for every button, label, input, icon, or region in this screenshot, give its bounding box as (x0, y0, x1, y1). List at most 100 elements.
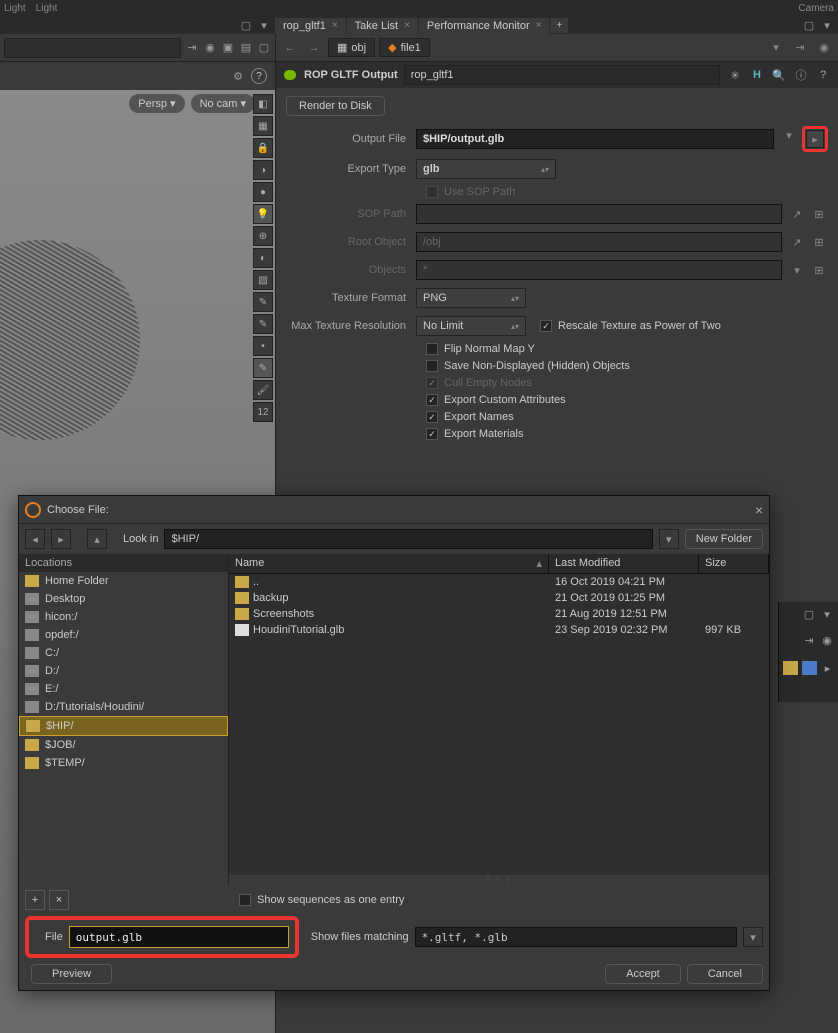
settings-icon[interactable]: ⚙ (231, 69, 245, 83)
pane-menu-icon[interactable]: ▾ (820, 607, 834, 621)
persp-badge[interactable]: Persp▾ (129, 94, 184, 113)
location-item[interactable]: C:/ (19, 644, 228, 662)
pane-max-icon[interactable]: ▢ (802, 19, 816, 33)
location-item[interactable]: D:/Tutorials/Houdini/ (19, 698, 228, 716)
materials-checkbox[interactable] (426, 428, 438, 440)
jump-icon[interactable]: ↗ (788, 233, 806, 251)
tab-performance-monitor[interactable]: Performance Monitor× (419, 18, 550, 34)
new-folder-button[interactable]: New Folder (685, 529, 763, 549)
file-row[interactable]: backup21 Oct 2019 01:25 PM (229, 590, 769, 606)
filter-menu-icon[interactable]: ▾ (743, 927, 763, 947)
file-input[interactable] (69, 926, 289, 948)
note-icon[interactable] (783, 661, 798, 675)
breadcrumb-obj[interactable]: ▦obj (328, 38, 375, 57)
vp-tool-8[interactable]: ◐ (253, 248, 273, 268)
close-icon[interactable]: × (536, 20, 542, 31)
help-icon[interactable]: ? (814, 66, 832, 84)
link-icon[interactable]: ◉ (820, 633, 834, 647)
hidden-checkbox[interactable] (426, 360, 438, 372)
tab-add[interactable]: + (550, 18, 568, 33)
nav-up-icon[interactable]: ▴ (87, 529, 107, 549)
play-icon[interactable]: ▸ (821, 661, 834, 675)
pane-menu-icon[interactable]: ▾ (820, 19, 834, 33)
col-name[interactable]: Name ▴ (229, 554, 549, 573)
file-list-header[interactable]: Name ▴ Last Modified Size (229, 554, 769, 574)
pane-max-icon[interactable]: ▢ (802, 607, 816, 621)
preview-button[interactable]: Preview (31, 964, 112, 984)
vp-tool-12n[interactable]: 12 (253, 402, 273, 422)
nav-back-icon[interactable]: ← (280, 38, 300, 58)
link-icon[interactable]: ◉ (814, 38, 834, 58)
vp-tool-brush[interactable]: 🖌 (253, 380, 273, 400)
export-type-select[interactable]: glb▴▾ (416, 159, 556, 179)
info-icon[interactable]: ⓘ (792, 66, 810, 84)
help-icon[interactable]: ? (251, 68, 267, 84)
output-file-input[interactable] (416, 129, 774, 149)
max-tex-select[interactable]: No Limit▴▾ (416, 316, 526, 336)
vp-tool-11[interactable]: ✎ (253, 314, 273, 334)
location-item[interactable]: E:/ (19, 680, 228, 698)
accept-button[interactable]: Accept (605, 964, 681, 984)
location-item[interactable]: D:/ (19, 662, 228, 680)
location-item[interactable]: $TEMP/ (19, 754, 228, 772)
gear-icon[interactable]: ✳ (726, 66, 744, 84)
screen-icon[interactable] (802, 661, 817, 675)
location-item[interactable]: opdef:/ (19, 626, 228, 644)
lookin-input[interactable] (164, 529, 652, 549)
nav-fwd-icon[interactable]: → (304, 38, 324, 58)
vp-tool-light[interactable]: 💡 (253, 204, 273, 224)
cancel-button[interactable]: Cancel (687, 964, 763, 984)
names-checkbox[interactable] (426, 411, 438, 423)
file-row[interactable]: ..16 Oct 2019 04:21 PM (229, 574, 769, 590)
menu-camera[interactable]: Camera (798, 3, 834, 14)
vp-tool-lock[interactable]: 🔒 (253, 138, 273, 158)
breadcrumb-menu-icon[interactable]: ▾ (766, 38, 786, 58)
file-rows[interactable]: ..16 Oct 2019 04:21 PMbackup21 Oct 2019 … (229, 574, 769, 875)
vp-tool-4[interactable]: ◑ (253, 160, 273, 180)
vp-tool-1[interactable]: ◧ (253, 94, 273, 114)
menu-light[interactable]: Light (4, 3, 26, 14)
col-modified[interactable]: Last Modified (549, 554, 699, 573)
resize-grip[interactable]: ⋮⋮⋮ (229, 875, 769, 884)
box-icon[interactable]: ▣ (221, 41, 235, 55)
dialog-titlebar[interactable]: Choose File: × (19, 496, 769, 524)
render-to-disk-button[interactable]: Render to Disk (286, 96, 385, 116)
vp-tool-10[interactable]: ✎ (253, 292, 273, 312)
link-icon[interactable]: ◉ (203, 41, 217, 55)
pane-max-icon[interactable]: ▢ (239, 19, 253, 33)
close-icon[interactable]: × (755, 502, 763, 518)
dropdown-icon[interactable]: ▾ (780, 126, 798, 144)
lookin-menu-icon[interactable]: ▾ (659, 529, 679, 549)
tab-take-list[interactable]: Take List× (347, 18, 418, 34)
pin-icon[interactable]: ⇥ (802, 633, 816, 647)
square-icon[interactable]: ▢ (257, 41, 271, 55)
layers-icon[interactable]: ▤ (239, 41, 253, 55)
nav-back-icon[interactable]: ◂ (25, 529, 45, 549)
location-item[interactable]: $JOB/ (19, 736, 228, 754)
pin-icon[interactable]: ⇥ (185, 41, 199, 55)
tab-rop-gltf1[interactable]: rop_gltf1× (275, 18, 346, 34)
pane-menu-icon[interactable]: ▾ (257, 19, 271, 33)
close-icon[interactable]: × (404, 20, 410, 31)
breadcrumb-file1[interactable]: ◆file1 (379, 38, 430, 57)
location-item[interactable]: Home Folder (19, 572, 228, 590)
texture-format-select[interactable]: PNG▴▾ (416, 288, 526, 308)
add-location-button[interactable]: + (25, 890, 45, 910)
file-row[interactable]: HoudiniTutorial.glb23 Sep 2019 02:32 PM9… (229, 622, 769, 638)
custom-checkbox[interactable] (426, 394, 438, 406)
vp-tool-12[interactable]: • (253, 336, 273, 356)
remove-location-button[interactable]: × (49, 890, 69, 910)
vp-tool-13[interactable]: ✎ (253, 358, 273, 378)
rescale-checkbox[interactable] (540, 320, 552, 332)
picker-icon[interactable]: ⊞ (810, 261, 828, 279)
vp-tool-5[interactable]: ● (253, 182, 273, 202)
vp-tool-9[interactable]: ▧ (253, 270, 273, 290)
nav-fwd-icon[interactable]: ▸ (51, 529, 71, 549)
use-sop-checkbox[interactable] (426, 186, 438, 198)
location-item[interactable]: $HIP/ (19, 716, 228, 736)
location-item[interactable]: Desktop (19, 590, 228, 608)
filter-input[interactable] (415, 927, 737, 947)
file-row[interactable]: Screenshots21 Aug 2019 12:51 PM (229, 606, 769, 622)
vp-tool-2[interactable]: ▦ (253, 116, 273, 136)
h-icon[interactable]: H (748, 66, 766, 84)
